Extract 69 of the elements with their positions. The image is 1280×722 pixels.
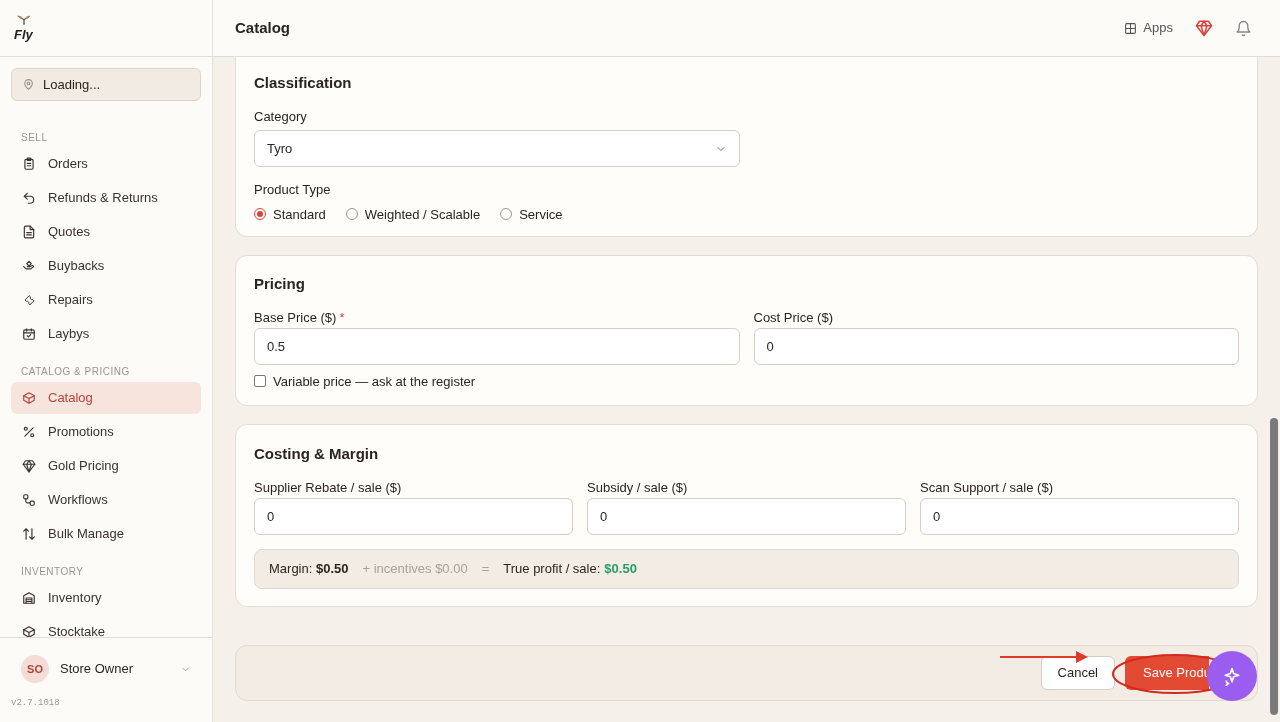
field-label: Scan Support / sale ($) [920, 478, 1054, 494]
category-dropdown[interactable]: Tyro [254, 130, 740, 167]
field-label: Category [254, 107, 308, 126]
sidebar-item[interactable]: Workflows [11, 484, 201, 516]
input-field[interactable]: 0 [920, 497, 1239, 535]
field-label: Base Price ($) [254, 308, 337, 324]
apps-button[interactable]: Apps [1124, 18, 1173, 38]
sidebar-item[interactable]: Quotes [11, 216, 201, 248]
sort-arrows-icon [22, 527, 36, 541]
radio-option[interactable]: Service [500, 204, 563, 224]
input-field[interactable]: 0 [587, 497, 906, 535]
location-selector[interactable]: Loading... [11, 68, 201, 101]
field-label: Product Type [254, 181, 332, 199]
field-label: Subsidy / sale ($) [587, 478, 689, 494]
logo-text: Fly [14, 28, 34, 41]
document-icon [22, 225, 36, 239]
input-field[interactable]: 0.5 [254, 327, 740, 365]
sidebar-item[interactable]: Refunds & Returns [11, 182, 201, 214]
section-heading: SELL [20, 131, 49, 145]
section-title: Pricing [254, 274, 306, 294]
bell-icon[interactable] [1235, 19, 1252, 37]
box-icon [22, 625, 36, 637]
checkbox[interactable] [254, 375, 266, 388]
section-heading: CATALOG & PRICING [20, 365, 131, 379]
gem-icon [22, 459, 36, 473]
sidebar-item[interactable]: Orders [11, 148, 201, 180]
cancel-button[interactable]: Cancel [1040, 655, 1115, 690]
sidebar-item[interactable]: Buybacks [11, 250, 201, 282]
section-title: Costing & Margin [254, 444, 380, 464]
flow-icon [22, 493, 36, 507]
sidebar-item[interactable]: Promotions [11, 416, 201, 448]
location-pin-icon [22, 78, 35, 91]
sidebar-item[interactable]: Bulk Manage [11, 518, 201, 550]
user-name: Store Owner [60, 660, 134, 679]
radio-option[interactable]: Standard [254, 204, 326, 224]
sidebar-item[interactable]: Laybys [11, 318, 201, 350]
profit-value: $0.50 [604, 559, 637, 578]
page-title: Catalog [235, 17, 291, 38]
hand-icon [22, 259, 36, 273]
sidebar-item[interactable]: Inventory [11, 582, 201, 614]
percent-icon [22, 425, 36, 439]
sparkle-icon [1222, 666, 1242, 686]
sidebar-item[interactable]: Gold Pricing [11, 450, 201, 482]
avatar: SO [21, 655, 49, 683]
grid-icon [1124, 21, 1138, 35]
clipboard-icon [22, 157, 36, 171]
field-label: Supplier Rebate / sale ($) [254, 478, 403, 494]
sidebar-item[interactable]: Catalog [11, 382, 201, 414]
section-title: Classification [254, 73, 353, 93]
return-arrow-icon [22, 191, 36, 205]
incentives-text: + incentives $0.00 [362, 559, 468, 578]
required-asterisk: * [339, 308, 345, 324]
gem-icon[interactable] [1195, 19, 1213, 37]
scrollbar[interactable] [1270, 418, 1278, 715]
calendar-icon [22, 327, 36, 341]
checkbox-option[interactable]: Variable price — ask at the register [254, 371, 1239, 391]
section-heading: INVENTORY [20, 565, 85, 579]
margin-text: Margin: $0.50 [269, 559, 349, 578]
sidebar-item[interactable]: Stocktake [11, 616, 201, 637]
equals-sign: = [481, 559, 490, 578]
sidebar-item[interactable]: Repairs [11, 284, 201, 316]
radio-option[interactable]: Weighted / Scalable [345, 204, 481, 224]
box-icon [22, 391, 36, 405]
profit-label: True profit / sale: [503, 559, 601, 578]
warehouse-icon [22, 591, 36, 605]
field-label: Cost Price ($) [753, 308, 834, 324]
version-label: v2.7.1018 [11, 697, 61, 710]
input-field[interactable]: 0 [753, 327, 1239, 365]
input-field[interactable]: 0 [254, 497, 573, 535]
